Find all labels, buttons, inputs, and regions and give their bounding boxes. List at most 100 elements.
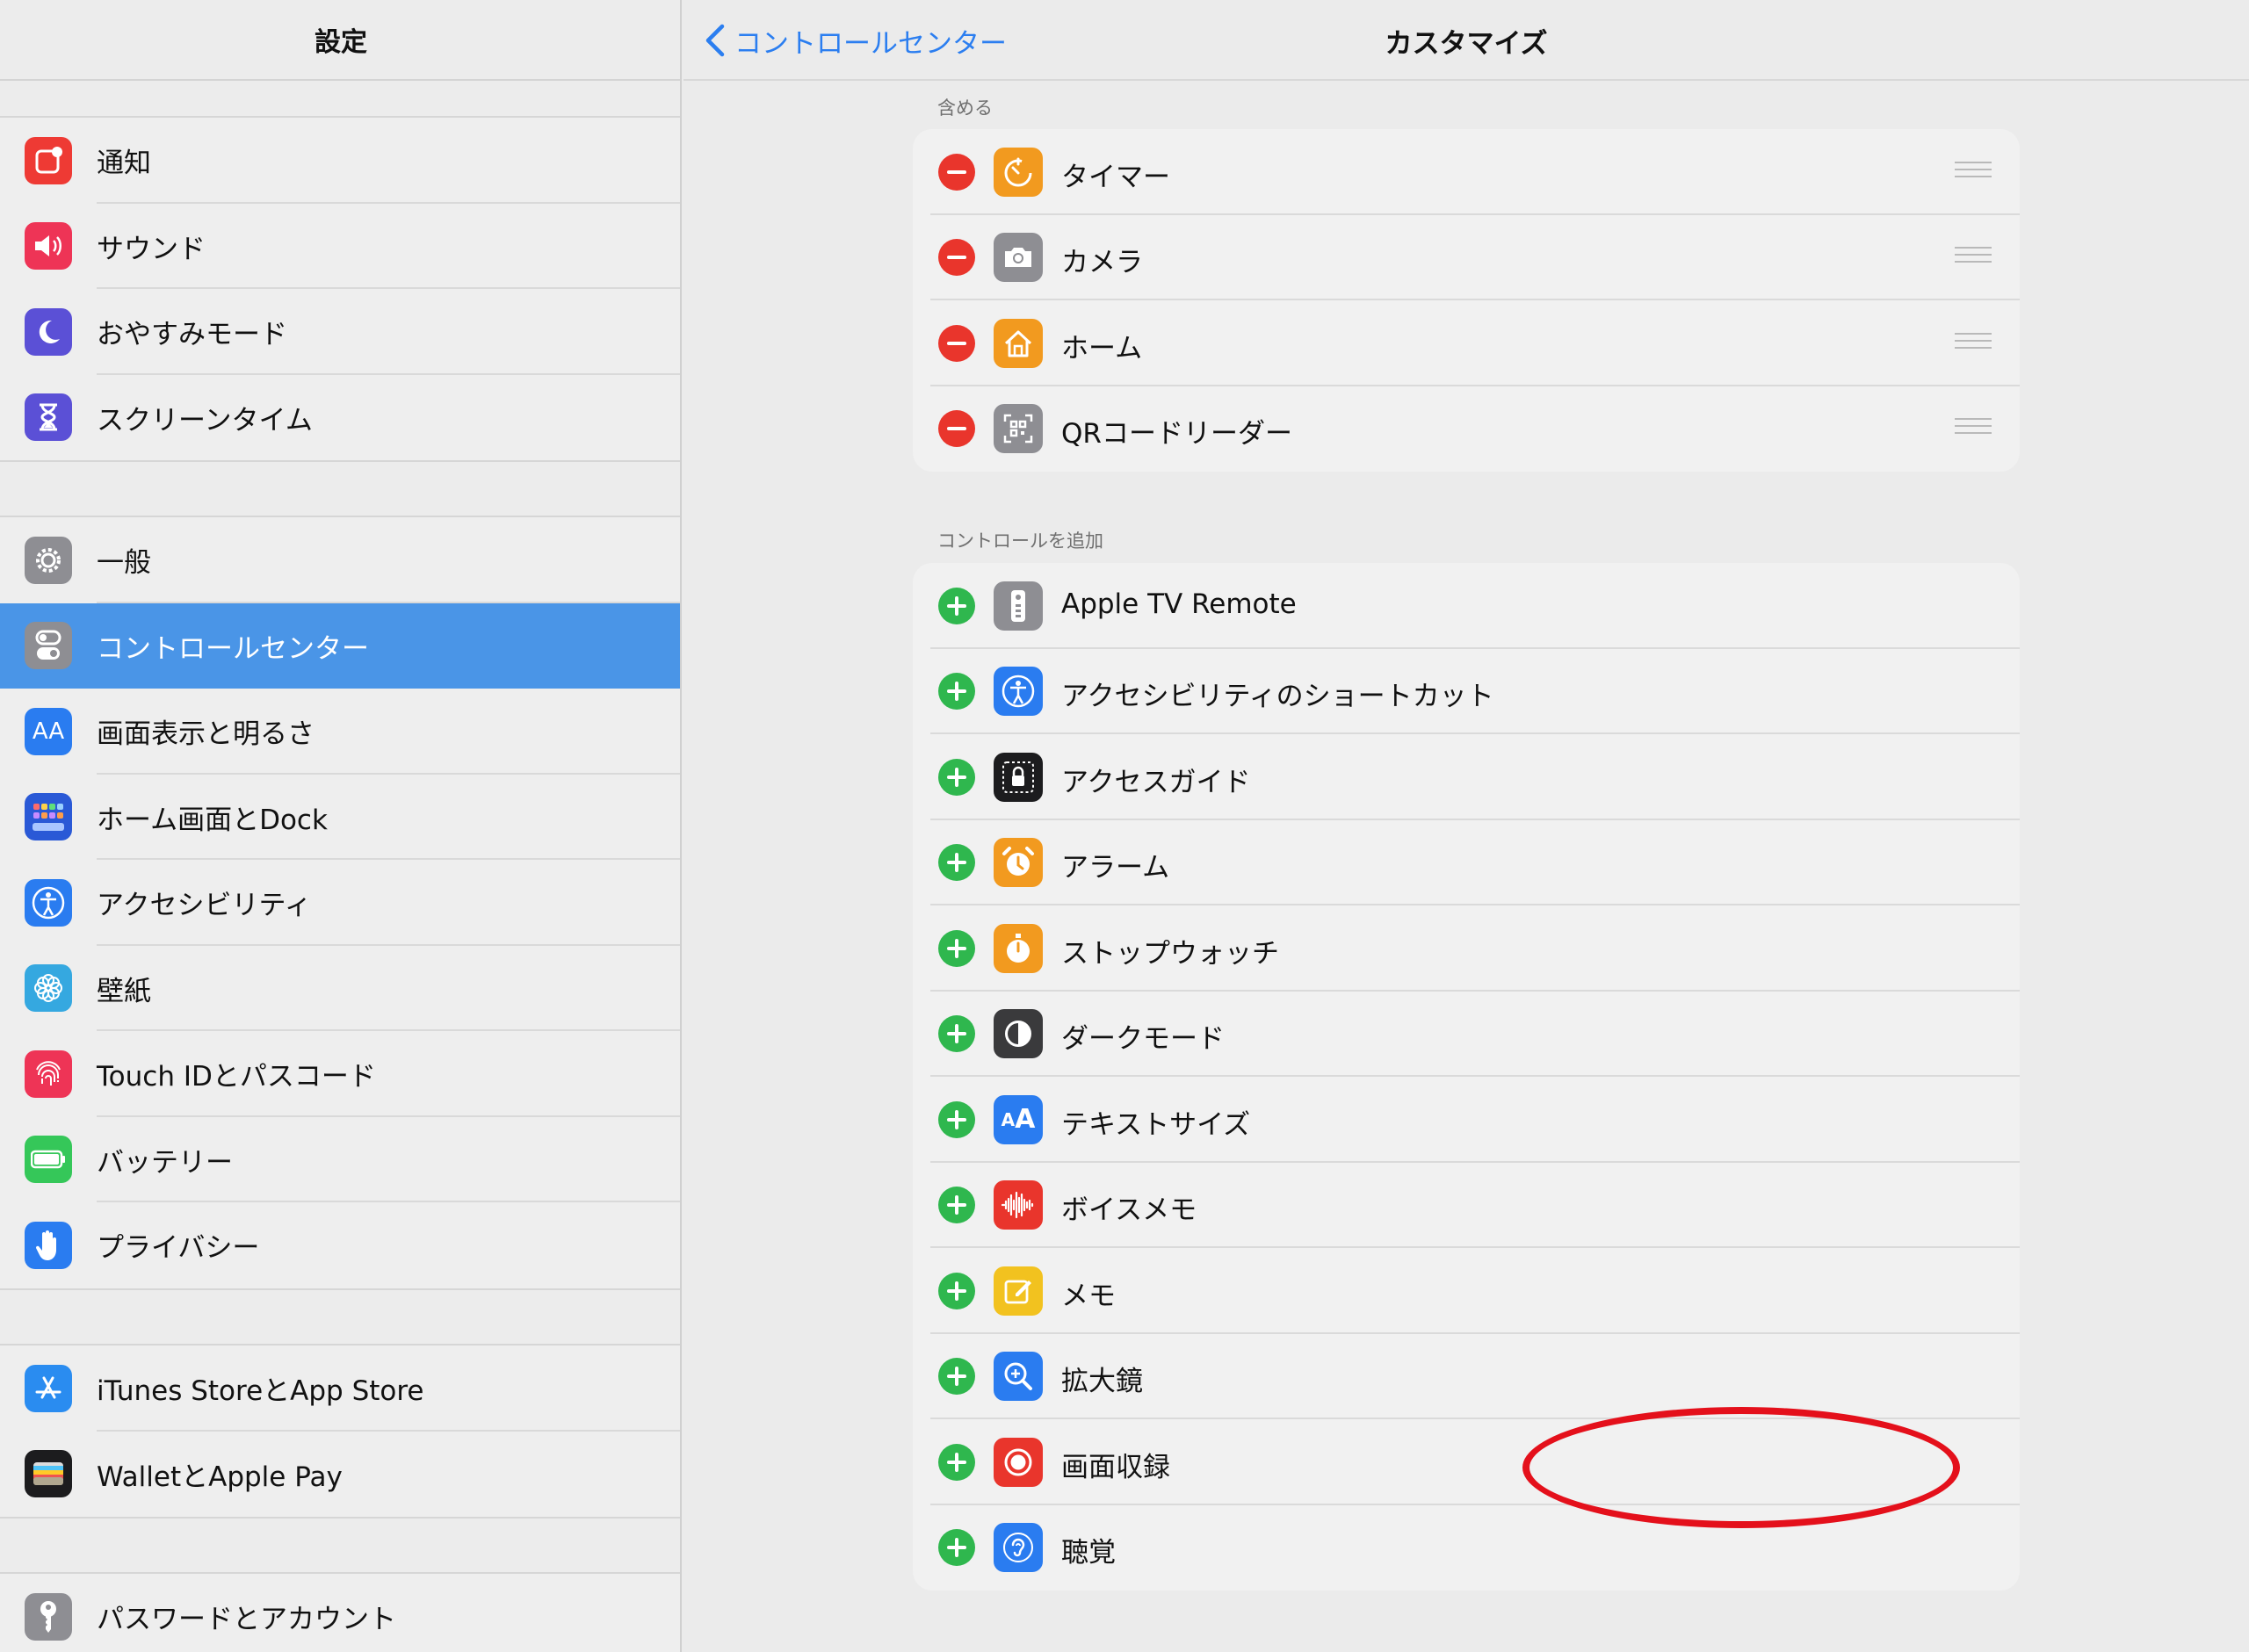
alarm-clock-icon	[994, 838, 1043, 888]
control-label: 画面収録	[1061, 1451, 1170, 1483]
sidebar-item-do-not-disturb[interactable]: おやすみモード	[0, 289, 680, 375]
include-list: タイマー カメラ ホーム QRコードリーダー	[913, 129, 2020, 472]
more-controls-heading: コントロールを追加	[937, 530, 1103, 552]
add-button[interactable]	[938, 1187, 975, 1224]
sidebar-item-label: 一般	[97, 547, 151, 580]
sidebar-title: 設定	[315, 27, 367, 58]
add-button[interactable]	[938, 929, 975, 967]
sidebar-item-label: WalletとApple Pay	[97, 1461, 343, 1493]
more-row-dark-mode: ダークモード	[913, 992, 2020, 1077]
sidebar-item-battery[interactable]: バッテリー	[0, 1117, 680, 1202]
control-label: テキストサイズ	[1061, 1108, 1251, 1141]
add-button[interactable]	[938, 1015, 975, 1053]
sidebar-item-passwords-accounts[interactable]: パスワードとアカウント	[0, 1574, 680, 1652]
control-label: ダークモード	[1061, 1023, 1225, 1056]
home-icon	[994, 318, 1043, 368]
sidebar-item-sounds[interactable]: サウンド	[0, 204, 680, 289]
sidebar-item-wallet-apple-pay[interactable]: WalletとApple Pay	[0, 1432, 680, 1518]
reorder-handle[interactable]	[1955, 161, 1992, 183]
qr-code-icon	[994, 404, 1043, 454]
control-label: アラーム	[1061, 852, 1170, 884]
sidebar-item-label: 通知	[97, 148, 151, 180]
more-row-voice-memos: ボイスメモ	[913, 1163, 2020, 1248]
sidebar-item-display-brightness[interactable]: AA 画面表示と明るさ	[0, 689, 680, 775]
waveform-icon	[994, 1180, 1043, 1230]
control-label: Apple TV Remote	[1061, 588, 1297, 620]
sidebar-item-accessibility[interactable]: アクセシビリティ	[0, 860, 680, 946]
add-button[interactable]	[938, 758, 975, 796]
sidebar-item-control-center[interactable]: コントロールセンター	[0, 602, 680, 689]
sidebar-item-screen-time[interactable]: スクリーンタイム	[0, 375, 680, 461]
accessibility-icon	[994, 667, 1043, 717]
battery-icon	[25, 1136, 72, 1184]
more-row-text-size: AA テキストサイズ	[913, 1077, 2020, 1163]
add-button[interactable]	[938, 1272, 975, 1309]
control-label: ボイスメモ	[1061, 1194, 1197, 1227]
sidebar-item-general[interactable]: 一般	[0, 517, 680, 603]
notes-icon	[994, 1266, 1043, 1316]
stopwatch-icon	[994, 923, 1043, 973]
sidebar-item-label: アクセシビリティ	[97, 890, 312, 922]
remove-button[interactable]	[938, 324, 975, 362]
key-icon	[25, 1592, 72, 1641]
more-row-magnifier: 拡大鏡	[913, 1334, 2020, 1419]
control-label: アクセシビリティのショートカット	[1061, 681, 1494, 713]
reorder-handle[interactable]	[1955, 332, 1992, 354]
add-button[interactable]	[938, 1100, 975, 1138]
customize-panel: コントロールセンター カスタマイズ 含める タイマー カメラ ホーム QRコード…	[683, 0, 2249, 1652]
more-row-stopwatch: ストップウォッチ	[913, 905, 2020, 992]
fingerprint-icon	[25, 1050, 72, 1098]
sidebar-item-label: バッテリー	[97, 1146, 233, 1179]
app-store-icon	[25, 1364, 72, 1412]
add-button[interactable]	[938, 1529, 975, 1567]
remove-button[interactable]	[938, 410, 975, 448]
include-row-home: ホーム	[913, 300, 2020, 386]
more-row-accessibility-shortcut: アクセシビリティのショートカット	[913, 649, 2020, 734]
add-button[interactable]	[938, 1358, 975, 1396]
sidebar-item-itunes-app-store[interactable]: iTunes StoreとApp Store	[0, 1345, 680, 1432]
sidebar-item-privacy[interactable]: プライバシー	[0, 1202, 680, 1288]
control-label: 聴覚	[1061, 1537, 1116, 1569]
add-button[interactable]	[938, 673, 975, 711]
control-label: メモ	[1061, 1280, 1116, 1312]
sidebar-header: 設定	[0, 0, 680, 81]
hourglass-icon	[25, 393, 72, 442]
remove-button[interactable]	[938, 239, 975, 277]
lock-icon	[994, 752, 1043, 802]
sidebar-item-label: コントロールセンター	[97, 632, 369, 665]
sidebar-item-wallpaper[interactable]: 壁紙	[0, 946, 680, 1031]
include-row-timer: タイマー	[913, 129, 2020, 215]
sidebar-group-2: 一般 コントロールセンター AA 画面表示と明るさ ホーム画面とDock アクセ…	[0, 516, 680, 1290]
control-label: ホーム	[1061, 332, 1143, 364]
reorder-handle[interactable]	[1955, 247, 1992, 268]
tv-remote-icon	[994, 581, 1043, 631]
sidebar-item-label: おやすみモード	[97, 319, 287, 351]
ear-icon	[994, 1523, 1043, 1573]
aa-text-icon: AA	[25, 707, 72, 755]
sidebar-item-label: Touch IDとパスコード	[97, 1061, 376, 1093]
toggles-icon	[25, 622, 72, 670]
add-button[interactable]	[938, 587, 975, 624]
sidebar-item-label: 画面表示と明るさ	[97, 718, 315, 751]
add-button[interactable]	[938, 1443, 975, 1481]
sidebar-group-4: パスワードとアカウント	[0, 1572, 680, 1652]
control-label: 拡大鏡	[1061, 1366, 1143, 1398]
sidebar-item-home-screen-dock[interactable]: ホーム画面とDock	[0, 775, 680, 860]
control-label: ストップウォッチ	[1061, 937, 1279, 970]
hand-icon	[25, 1221, 72, 1269]
sidebar-item-notifications[interactable]: 通知	[0, 118, 680, 204]
more-controls-list: Apple TV Remote アクセシビリティのショートカット アクセスガイド	[913, 563, 2020, 1591]
magnifier-icon	[994, 1352, 1043, 1402]
remove-button[interactable]	[938, 153, 975, 191]
more-row-alarm: アラーム	[913, 820, 2020, 905]
sidebar-item-label: iTunes StoreとApp Store	[97, 1375, 424, 1408]
camera-icon	[994, 233, 1043, 283]
app-grid-icon	[25, 793, 72, 841]
add-button[interactable]	[938, 844, 975, 882]
dark-mode-icon	[994, 1009, 1043, 1059]
more-row-guided-access: アクセスガイド	[913, 734, 2020, 820]
more-row-hearing: 聴覚	[913, 1505, 2020, 1591]
sidebar-item-touch-id-passcode[interactable]: Touch IDとパスコード	[0, 1031, 680, 1117]
include-row-camera: カメラ	[913, 215, 2020, 300]
reorder-handle[interactable]	[1955, 418, 1992, 439]
